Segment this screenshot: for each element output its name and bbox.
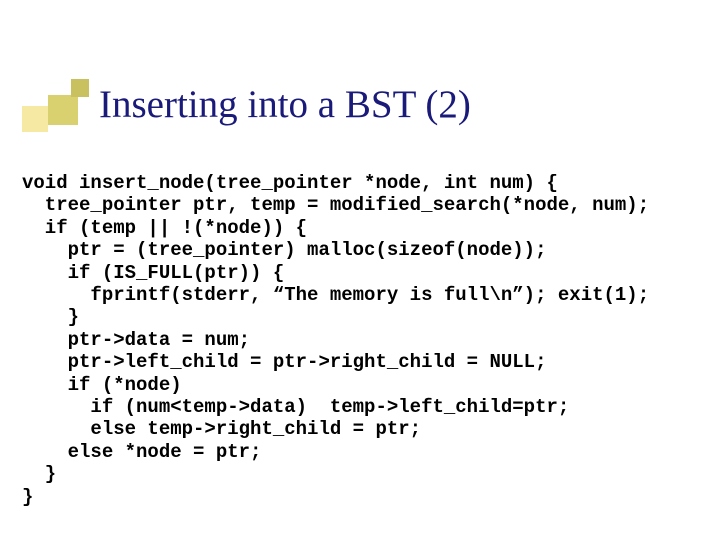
slide-title: Inserting into a BST (2) (99, 82, 471, 127)
slide: Inserting into a BST (2) void insert_nod… (0, 0, 720, 540)
bullet-decor-1 (22, 106, 48, 132)
bullet-decor-2 (48, 95, 78, 125)
bullet-decor-3 (71, 79, 89, 97)
code-block: void insert_node(tree_pointer *node, int… (22, 172, 649, 508)
